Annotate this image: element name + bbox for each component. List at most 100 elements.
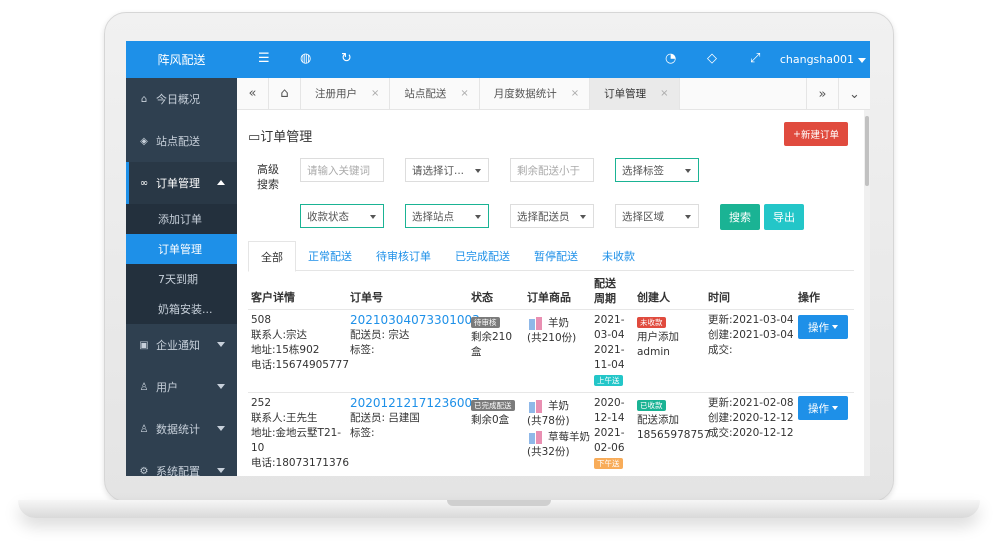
export-button[interactable]: 导出 [764,204,804,230]
chevron-down-icon [217,342,225,347]
station-select[interactable]: 选择站点 [405,204,489,228]
chevron-down-icon [685,169,691,173]
payment-badge: 未收款 [637,317,666,328]
tab-all[interactable]: 全部 [248,241,296,272]
tab-completed[interactable]: 已完成配送 [443,241,522,271]
sidebar-subitem-expiring[interactable]: 7天到期 [126,264,237,294]
tag-icon[interactable]: ◇ [707,52,717,66]
scrollbar-thumb[interactable] [865,116,869,186]
col-header-time: 时间 [708,291,730,304]
col-header-period: 配送周期 [594,277,616,305]
app-screen: 阵风配送 ⌂ 今日概况 ◈ 站点配送 ∞ 订单管理 添加订单 订单管理 7天到期… [126,41,870,476]
period-end-date: 02-06 [594,442,625,454]
tab-station-delivery[interactable]: 站点配送 × [390,77,480,110]
product-qty: (共210份) [527,332,577,344]
tag-select[interactable]: 选择标签 [615,158,699,182]
select-value: 收款状态 [307,210,349,223]
sidebar-item-label: 数据统计 [156,423,200,436]
home-tab-icon[interactable]: ⌂ [269,77,301,110]
creator-source: 配送添加 [637,414,679,426]
customer-address-cont: 10 [251,442,265,454]
user-icon: ♙ [139,381,149,393]
page-title: ▭订单管理 [248,126,312,145]
order-number-link[interactable]: 20210304073301003 [350,313,480,328]
sidebar-item-label: 企业通知 [156,339,200,352]
dashboard-icon[interactable]: ◔ [665,52,676,66]
main-content: ▭订单管理 + 新建订单 高级搜索 请输入关键词 请选择订... 剩余配送小于 选… [237,110,864,476]
tabs-scroll-right-icon[interactable]: » [806,78,838,110]
sidebar-item-label: 系统配置 [156,465,200,476]
sidebar-item-notices[interactable]: ▣ 企业通知 [126,324,237,366]
row-divider [248,392,854,393]
sidebar-item-overview[interactable]: ⌂ 今日概况 [126,78,237,120]
plus-icon: + [793,128,801,140]
row-2-action-button[interactable]: 操作 [798,396,848,420]
new-order-button[interactable]: + 新建订单 [784,122,848,146]
content-scrollbar[interactable] [864,110,870,476]
table-row-2-time: 更新:2021-02-08 创建:2020-12-12 成交:2020-12-1… [708,396,794,441]
username: changsha001 [779,53,854,66]
search-button[interactable]: 搜索 [720,204,760,230]
close-icon[interactable]: × [660,88,668,99]
tab-pending-review[interactable]: 待审核订单 [364,241,443,271]
tabs-menu-chevron-icon[interactable]: ⌄ [838,78,870,110]
region-select[interactable]: 选择区域 [615,204,699,228]
sidebar-item-settings[interactable]: ⚙ 系统配置 [126,450,237,476]
globe-icon[interactable]: ◍ [300,52,311,66]
menu-toggle-icon[interactable]: ☰ [258,52,270,66]
tabs-scroll-left-icon[interactable]: « [237,77,269,110]
close-icon[interactable]: × [460,88,468,99]
payment-badge: 已收款 [637,400,666,411]
period-start-date: 12-14 [594,412,625,424]
sidebar-subitem-add-order[interactable]: 添加订单 [126,204,237,234]
col-header-customer: 客户详情 [251,291,295,304]
updated-time: 更新:2021-03-04 [708,314,794,326]
advanced-search-label: 高级搜索 [257,163,279,191]
remaining-count: 剩余210盒 [471,331,513,358]
table-row-2-status: 已完成配送 剩余0盒 [471,398,515,428]
chevron-down-icon [475,215,481,219]
gear-icon: ⚙ [139,465,149,477]
order-type-select[interactable]: 请选择订... [405,158,489,182]
sidebar-item-users[interactable]: ♙ 用户 [126,366,237,408]
sidebar-subitem-order-management[interactable]: 订单管理 [126,234,237,264]
table-row-2-order: 20201212171236007 配送员: 吕建国 标签: [350,396,480,441]
table-row-1-status: 待审核 剩余210盒 [471,315,515,360]
tab-normal-delivery[interactable]: 正常配送 [296,241,364,271]
refresh-icon[interactable]: ↻ [341,52,352,66]
status-badge: 待审核 [471,317,500,328]
table-row-1-customer: 508 联系人:宗达 地址:15栋902 电话:15674905777 [251,313,349,373]
payment-status-select[interactable]: 收款状态 [300,204,384,228]
period-end-year: 2021- [594,344,625,356]
tab-order-management[interactable]: 订单管理 × [590,77,680,110]
tab-paused[interactable]: 暂停配送 [522,241,590,271]
tab-label: 月度数据统计 [493,88,557,100]
sidebar-item-statistics[interactable]: ♙ 数据统计 [126,408,237,450]
col-header-creator: 创建人 [637,291,670,304]
order-number-link[interactable]: 20201212171236007 [350,396,480,411]
tab-unpaid[interactable]: 未收款 [590,241,647,271]
status-tabs: 全部 正常配送 待审核订单 已完成配送 暂停配送 未收款 [248,241,854,272]
col-header-action: 操作 [798,291,820,304]
fullscreen-icon[interactable]: ⤢ [750,52,760,66]
top-header: ☰ ◍ ↻ ◔ ◇ ⤢ changsha001 [237,41,870,78]
brand-logo[interactable]: 阵风配送 [126,41,237,78]
select-value: 请选择订... [412,164,465,177]
courier-select[interactable]: 选择配送员 [510,204,594,228]
sidebar-item-station-delivery[interactable]: ◈ 站点配送 [126,120,237,162]
close-icon[interactable]: × [571,88,579,99]
keyword-input[interactable]: 请输入关键词 [300,158,384,182]
row-divider [248,309,854,310]
sidebar-item-orders[interactable]: ∞ 订单管理 [126,162,237,204]
page-tab-strip: « ⌂ 注册用户 × 站点配送 × 月度数据统计 × 订单管理 × » ⌄ [237,77,870,110]
user-menu[interactable]: changsha001 [780,53,866,66]
creator-name: admin [637,346,670,358]
tab-monthly-stats[interactable]: 月度数据统计 × [480,77,591,110]
close-icon[interactable]: × [371,88,379,99]
row-1-action-button[interactable]: 操作 [798,315,848,339]
select-value: 选择标签 [622,164,664,177]
order-tag: 标签: [350,344,375,356]
sidebar-subitem-box-install[interactable]: 奶箱安装... [126,294,237,324]
tab-register-users[interactable]: 注册用户 × [301,77,391,110]
remaining-delivery-input[interactable]: 剩余配送小于 [510,158,594,182]
